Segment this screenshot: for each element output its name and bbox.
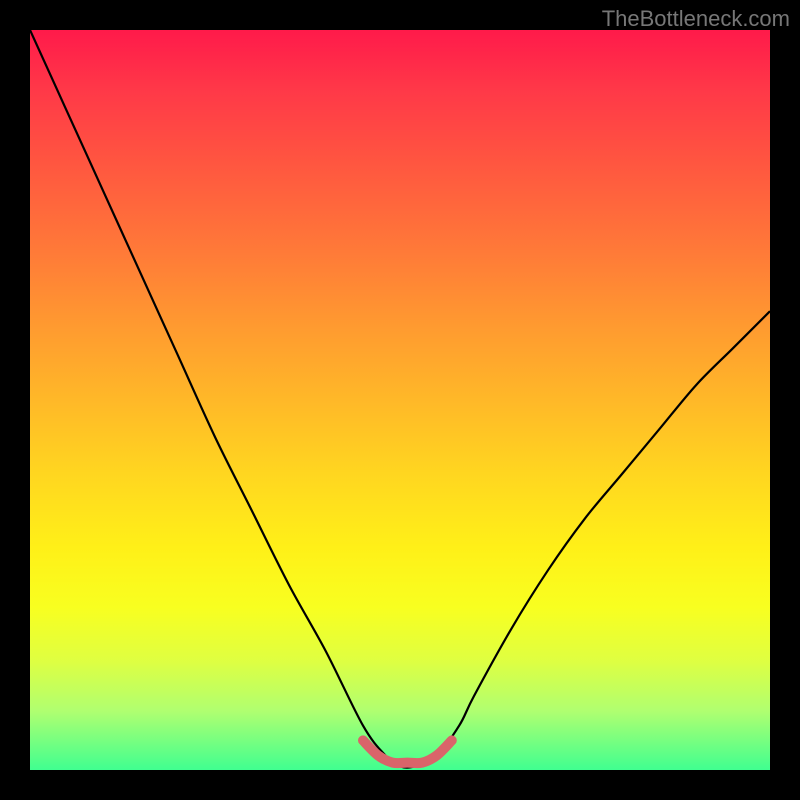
watermark-text: TheBottleneck.com <box>602 6 790 32</box>
chart-svg <box>30 30 770 770</box>
bottleneck-curve <box>30 30 770 768</box>
